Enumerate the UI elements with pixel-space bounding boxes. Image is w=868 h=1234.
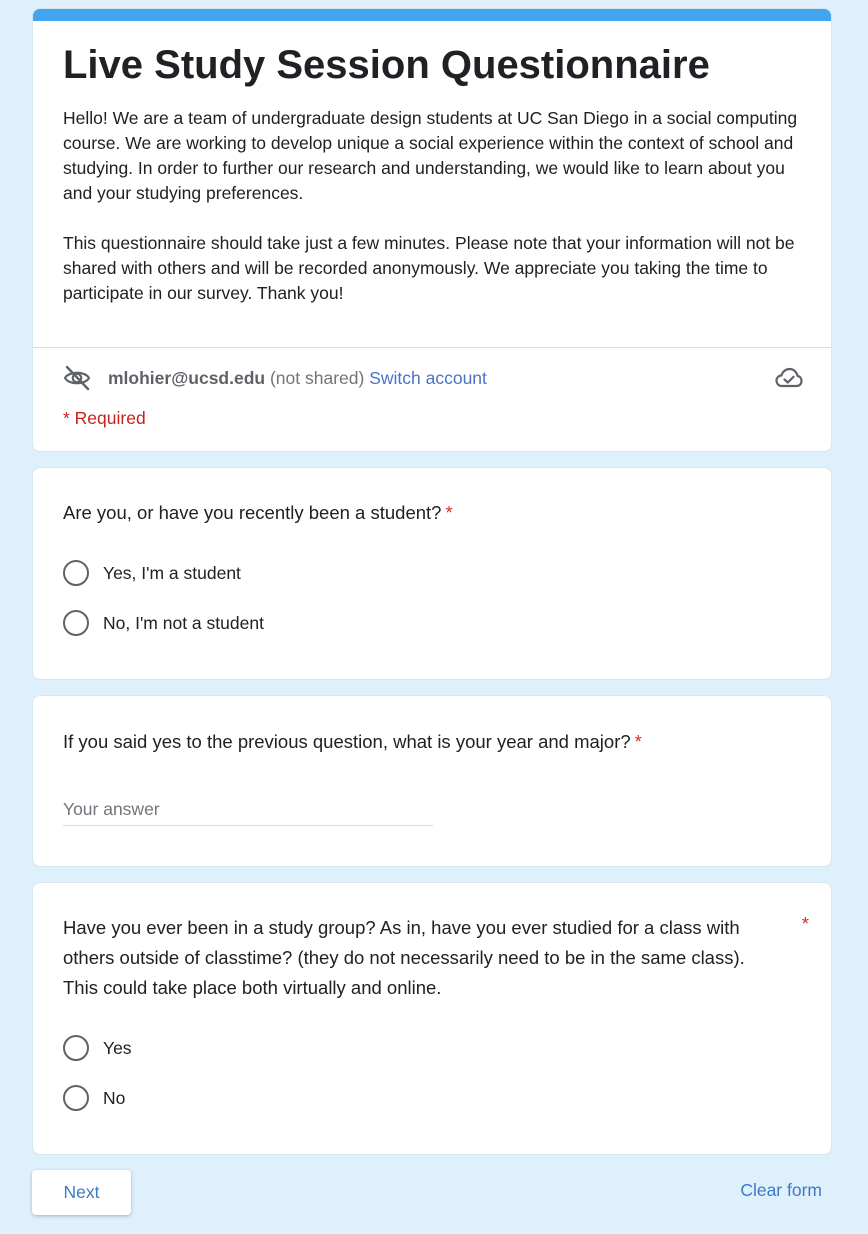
question-card: Have you ever been in a study group? As … bbox=[32, 882, 832, 1155]
question-label: Are you, or have you recently been a stu… bbox=[63, 502, 442, 523]
account-row: mlohier@ucsd.edu (not shared) Switch acc… bbox=[63, 363, 803, 393]
question-text: Are you, or have you recently been a stu… bbox=[63, 498, 453, 528]
radio-button[interactable] bbox=[63, 1085, 89, 1111]
radio-button[interactable] bbox=[63, 610, 89, 636]
switch-account-link[interactable]: Switch account bbox=[369, 368, 487, 388]
eye-off-icon bbox=[63, 365, 91, 391]
required-asterisk: * bbox=[634, 731, 642, 752]
option-label: No bbox=[103, 1088, 126, 1108]
accent-bar bbox=[33, 9, 831, 21]
description-paragraph: Hello! We are a team of undergraduate de… bbox=[63, 108, 798, 203]
account-email: mlohier@ucsd.edu bbox=[108, 368, 266, 388]
radio-button[interactable] bbox=[63, 1035, 89, 1061]
cloud-check-icon bbox=[775, 367, 803, 388]
required-asterisk: * bbox=[801, 913, 809, 934]
option-label: Yes, I'm a student bbox=[103, 563, 241, 583]
clear-form-button[interactable]: Clear form bbox=[740, 1180, 822, 1201]
form-title: Live Study Session Questionnaire bbox=[63, 43, 710, 87]
account-info: mlohier@ucsd.edu (not shared) Switch acc… bbox=[108, 367, 487, 389]
radio-button[interactable] bbox=[63, 560, 89, 586]
question-card: Are you, or have you recently been a stu… bbox=[32, 467, 832, 680]
not-shared-note: (not shared) bbox=[269, 368, 365, 388]
year-major-input[interactable] bbox=[63, 794, 433, 826]
form-header-card: Live Study Session Questionnaire Hello! … bbox=[32, 8, 832, 452]
question-label: If you said yes to the previous question… bbox=[63, 731, 631, 752]
next-button[interactable]: Next bbox=[32, 1170, 131, 1215]
option-label: No, I'm not a student bbox=[103, 613, 264, 633]
divider bbox=[33, 347, 831, 348]
question-label: Have you ever been in a study group? As … bbox=[63, 917, 745, 998]
option-label: Yes bbox=[103, 1038, 132, 1058]
question-text: If you said yes to the previous question… bbox=[63, 727, 642, 757]
required-asterisk: * bbox=[445, 502, 453, 523]
required-note: * Required bbox=[63, 408, 146, 428]
question-card: If you said yes to the previous question… bbox=[32, 695, 832, 867]
form-description: Hello! We are a team of undergraduate de… bbox=[63, 106, 808, 306]
description-paragraph: This questionnaire should take just a fe… bbox=[63, 233, 795, 303]
